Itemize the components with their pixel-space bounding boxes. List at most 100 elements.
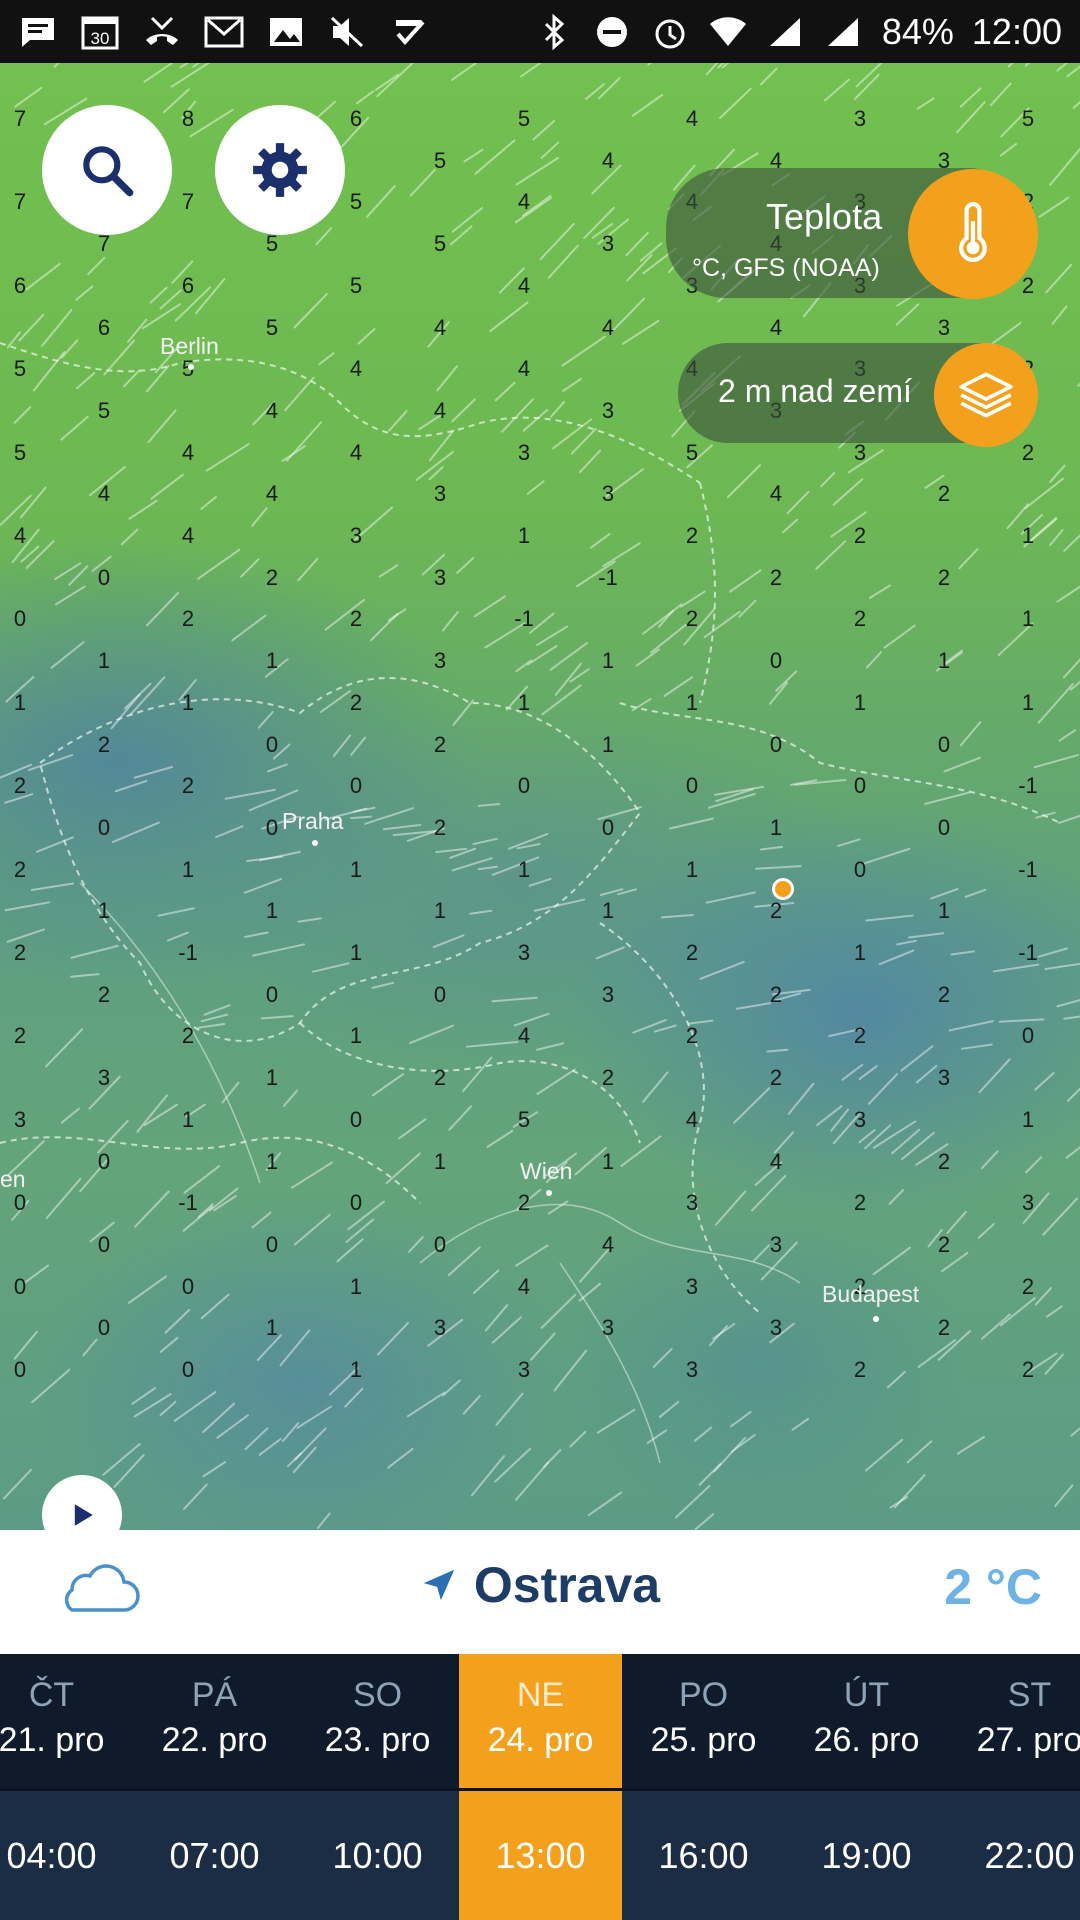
day-item[interactable]: ÚT 26. pro: [785, 1654, 948, 1788]
temperature-value: 4: [769, 1148, 783, 1174]
hour-item[interactable]: 07:00: [133, 1791, 296, 1920]
temperature-value: 3: [937, 314, 951, 340]
settings-button[interactable]: [215, 105, 345, 235]
city-name-label: Ostrava: [473, 1557, 661, 1613]
day-item[interactable]: PO 25. pro: [622, 1654, 785, 1788]
day-item[interactable]: ST 27. pro: [948, 1654, 1080, 1788]
temperature-value: 1: [601, 1148, 615, 1174]
temperature-value: 0: [13, 1357, 27, 1382]
weather-map[interactable]: 7865435765443775443275534266543326544435…: [0, 63, 1080, 1530]
day-date: 26. pro: [813, 1721, 920, 1759]
temperature-value: 2: [853, 606, 867, 632]
temperature-value: 3: [769, 1231, 783, 1257]
temperature-value: 0: [517, 773, 531, 799]
temperature-value: -1: [1018, 856, 1038, 882]
temperature-value: 0: [853, 856, 867, 882]
temperature-value: 2: [937, 981, 951, 1007]
temperature-value: 2: [97, 731, 111, 757]
city-label-budapest: Budapest: [822, 1281, 920, 1307]
temperature-value: 5: [433, 147, 447, 173]
temperature-value: 5: [265, 314, 279, 340]
temperature-value: 4: [517, 1023, 531, 1049]
svg-text:30: 30: [91, 29, 110, 48]
temperature-value: 0: [13, 606, 27, 632]
signal-2-icon: [824, 14, 864, 50]
temperature-value: 4: [517, 189, 531, 215]
temperature-value: 0: [937, 814, 951, 840]
system-status: 84% 12:00: [534, 11, 1062, 53]
do-not-disturb-icon: [592, 14, 632, 50]
temperature-value: 2: [769, 898, 783, 924]
temperature-value: 4: [601, 1231, 615, 1257]
temperature-value: 2: [769, 1065, 783, 1091]
day-item[interactable]: ČT 21. pro: [0, 1654, 133, 1788]
temperature-value: 2: [1021, 1357, 1035, 1382]
day-selector[interactable]: ČT 21. pro PÁ 22. pro SO 23. pro NE 24. pro …: [0, 1654, 1080, 1788]
temperature-value: 3: [433, 564, 447, 590]
temperature-value: 2: [1021, 439, 1035, 465]
temperature-value: 4: [517, 272, 531, 298]
temperature-value: 2: [769, 981, 783, 1007]
temperature-value: 0: [349, 773, 363, 799]
city-label-partial: en: [0, 1166, 26, 1192]
hour-item[interactable]: 04:00: [0, 1791, 133, 1920]
temperature-value: 2: [937, 481, 951, 507]
temperature-value: 2: [349, 689, 363, 715]
temperature-value: 0: [769, 731, 783, 757]
search-button[interactable]: [42, 105, 172, 235]
temperature-value: 1: [685, 856, 699, 882]
temperature-value: 1: [13, 689, 27, 715]
temperature-value: 1: [937, 898, 951, 924]
temperature-value: 5: [517, 1106, 531, 1132]
temperature-value: 3: [97, 1065, 111, 1091]
temperature-value: 1: [1021, 689, 1035, 715]
day-item-selected[interactable]: NE 24. pro: [459, 1654, 622, 1788]
temperature-value: 4: [769, 314, 783, 340]
temperature-value: 2: [685, 940, 699, 965]
temperature-value: 1: [349, 856, 363, 882]
temperature-value: 3: [601, 1315, 615, 1341]
temperature-value: 6: [97, 314, 111, 340]
selected-location-marker[interactable]: [772, 878, 794, 900]
temperature-value: 0: [265, 981, 279, 1007]
temperature-value: 2: [13, 1023, 27, 1049]
temperature-value: 1: [265, 1148, 279, 1174]
temperature-value: 6: [181, 272, 195, 298]
clock: 12:00: [971, 10, 1062, 52]
day-item[interactable]: SO 23. pro: [296, 1654, 459, 1788]
temperature-value: 3: [601, 481, 615, 507]
temperature-value: 2: [937, 1148, 951, 1174]
city-dot-praha: [312, 840, 318, 846]
day-item[interactable]: PÁ 22. pro: [133, 1654, 296, 1788]
temperature-value: 2: [13, 856, 27, 882]
temperature-value: 0: [181, 1357, 195, 1382]
city-dot-berlin: [188, 364, 194, 370]
temperature-value: 3: [769, 1315, 783, 1341]
hour-item[interactable]: 10:00: [296, 1791, 459, 1920]
temperature-value: 7: [13, 189, 27, 215]
layers-icon: [959, 372, 1013, 418]
hour-item[interactable]: 22:00: [948, 1791, 1080, 1920]
temperature-value: 3: [517, 439, 531, 465]
temperature-value: 0: [433, 981, 447, 1007]
alarm-icon: [650, 14, 690, 50]
layers-button[interactable]: [934, 343, 1038, 447]
temperature-value: 2: [349, 606, 363, 632]
hour-item-selected[interactable]: 13:00: [459, 1791, 622, 1920]
temperature-value: -1: [598, 564, 618, 590]
hour-selector[interactable]: 04:00 07:00 10:00 13:00 16:00 19:00 22:0…: [0, 1788, 1080, 1920]
location-bar[interactable]: Ostrava 2 °C: [0, 1530, 1080, 1654]
temperature-value: 5: [1021, 106, 1035, 131]
hour-item[interactable]: 16:00: [622, 1791, 785, 1920]
temperature-value: 2: [685, 523, 699, 548]
temperature-value: 3: [349, 523, 363, 548]
temperature-value: 4: [433, 397, 447, 423]
day-name: ST: [1007, 1676, 1052, 1714]
temperature-layer-button[interactable]: [908, 169, 1038, 299]
hour-item[interactable]: 19:00: [785, 1791, 948, 1920]
temperature-value: 0: [937, 731, 951, 757]
temperature-value: 2: [433, 814, 447, 840]
temperature-value: 2: [181, 773, 195, 799]
location-name[interactable]: Ostrava: [0, 1556, 1080, 1614]
temperature-value: 3: [433, 1315, 447, 1341]
